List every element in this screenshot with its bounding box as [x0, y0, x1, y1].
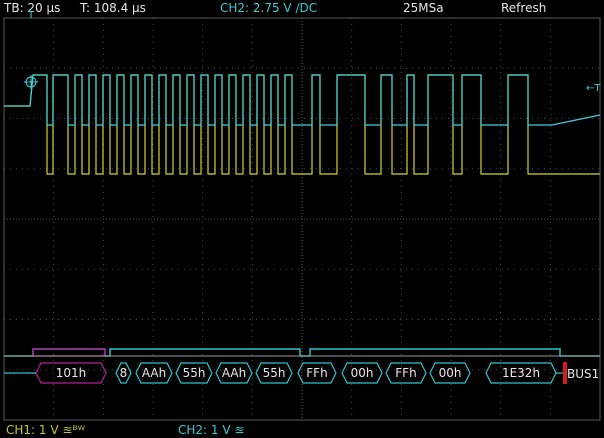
bus-value: FFh [395, 366, 416, 380]
channel-status-bar: CH1: 1 V ≊ᴮᵂ CH2: 1 V ≊ [0, 422, 604, 438]
bus-value: AAh [222, 366, 246, 380]
graticule [3, 17, 601, 421]
trigger-level-marker: ←T [586, 83, 601, 94]
trigger-position-marker: T [27, 10, 35, 21]
bus-label: BUS1 [567, 367, 599, 381]
bus-value: FFh [306, 366, 327, 380]
bus-marker [563, 362, 567, 384]
bus-value: 8 [120, 366, 128, 380]
bus-value: 55h [263, 366, 286, 380]
bus-value: 101h [56, 366, 87, 380]
ch2-settings[interactable]: CH2: 1 V ≊ [178, 422, 244, 438]
bus-address-segment [32, 348, 106, 357]
bus-value: 55h [183, 366, 206, 380]
bus-value: 00h [439, 366, 462, 380]
bus-value: 00h [351, 366, 374, 380]
bus-value: 1E32h [502, 366, 540, 380]
trigger-markers: T ←T [24, 10, 601, 94]
ch1-settings[interactable]: CH1: 1 V ≊ᴮᵂ [6, 422, 85, 438]
bus-value: AAh [142, 366, 166, 380]
waveform-display[interactable]: 101h 8 AAh 55h AAh 55h FFh 00h FFh 00h 1E32h BUS1 T… [0, 0, 604, 438]
